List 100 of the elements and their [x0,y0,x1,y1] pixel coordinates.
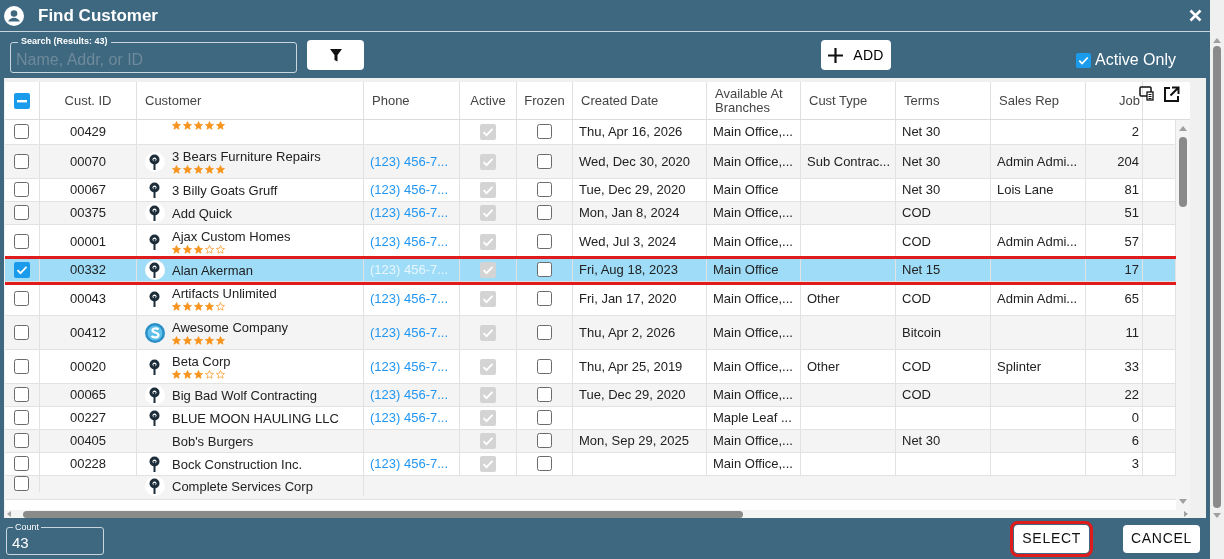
table-cell-text: Thu, Apr 16, 2026 [579,123,683,142]
table-cell-text: Lois Lane [997,181,1054,200]
columns-icon[interactable] [1139,86,1155,101]
row-checkbox[interactable] [14,387,30,403]
row-checkbox[interactable] [14,262,30,278]
table-cell-text: Wed, Dec 30, 2020 [579,152,691,171]
cancel-button[interactable]: CANCEL [1123,524,1200,553]
table-cell-text: Mon, Jan 8, 2024 [579,204,680,223]
row-checkbox[interactable] [14,124,30,140]
row-checkbox[interactable] [14,410,30,426]
active-only-checkbox[interactable]: Active Only [1076,48,1176,72]
table-cell-text: Main Office,... [713,289,793,308]
row-checkbox[interactable] [14,233,30,250]
table-cell-text: Bitcoin [902,323,942,342]
select-all-checkbox[interactable] [14,92,30,109]
table-cell-text: Splinter [997,357,1042,376]
table-cell-text: 00001 [69,232,107,251]
row-checkbox[interactable] [14,358,30,375]
table-cell-text: COD [902,289,931,308]
table-cell-text: Main Office [713,261,779,280]
table-cell-text: Admin Admi... [997,152,1078,171]
table-row[interactable]: 00332 Alan Akerman (123) 456-7... Fri, Aug 18, 2023 Main Office Net 15 17 [5,259,1176,282]
plus-icon [828,47,844,63]
column-header[interactable]: Job [1119,90,1140,111]
row-checkbox[interactable] [14,290,30,307]
table-row[interactable]: Complete Services Corp [5,476,1176,500]
table-cell-text: 51 [1124,204,1139,223]
table-cell-text: Thu, Apr 25, 2019 [579,357,683,376]
export-icon[interactable] [1163,86,1180,103]
filter-button[interactable] [307,40,364,70]
table-cell-text: Sub Contrac... [807,152,891,171]
table-cell-text: Net 15 [902,261,941,280]
table-row[interactable]: 00412 Awesome Company (123) 456-7... Thu, Apr 2, 2026 Main Office,... Bitcoin 11 [5,316,1176,350]
table-row[interactable]: 00067 3 Billy Goats Gruff (123) 456-7... Tue, Dec 29, 2020 Main Office Net 30 Lois Lane 81 [5,179,1176,202]
table-row[interactable]: 00001 Ajax Custom Homes (123) 456-7... Wed, Jul 3, 2024 Main Office,... COD Admin Admi... 57 [5,225,1176,259]
table-row[interactable]: 00070 3 Bears Furniture Repairs (123) 456-7... Wed, Dec 30, 2020 Main Office,... Sub Contrac... Net 30 Admin Admi... 204 [5,145,1176,179]
customer-name: 3 Bears Furniture Repairs [172,149,321,164]
table-cell-text: Main Office,... [713,204,793,223]
column-header[interactable]: Terms [904,90,940,111]
table-cell-text: Admin Admi... [997,232,1078,251]
table-cell-text: Main Office [713,181,779,200]
column-header[interactable]: Phone [372,90,410,111]
row-checkbox[interactable] [14,433,30,449]
table-row[interactable]: 00065 Big Bad Wolf Contracting (123) 456-7... Tue, Dec 29, 2020 Main Office,... COD 22 [5,384,1176,407]
column-header[interactable]: Sales Rep [999,90,1059,111]
table-cell-text: 81 [1124,181,1139,200]
row-checkbox[interactable] [14,476,30,492]
table-cell-text: Main Office,... [713,455,793,474]
column-header[interactable]: Cust. ID [64,90,112,111]
table-cell-text: 6 [1131,432,1139,451]
table-cell-text: Thu, Apr 2, 2026 [579,323,676,342]
table-cell-text: 00020 [69,357,107,376]
table-cell-text: 0 [1131,409,1139,428]
table-cell-text: COD [902,232,931,251]
table-cell-text: COD [902,357,931,376]
customer-name: Bob's Burgers [172,433,254,449]
table-cell-text: Maple Leaf ... [713,409,792,428]
customer-name: BLUE MOON HAULING LLC [172,410,339,426]
customer-name: Add Quick [172,205,232,221]
customer-name: 3 Billy Goats Gruff [172,182,278,198]
row-checkbox[interactable] [14,456,30,472]
column-header[interactable]: Active [470,90,506,111]
row-checkbox[interactable] [14,153,30,170]
add-button[interactable]: ADD [821,40,891,70]
table-cell-text: 00065 [69,386,107,405]
table-cell-text: 11 [1125,323,1139,342]
table-row[interactable]: 00020 Beta Corp (123) 456-7... Thu, Apr 25, 2019 Main Office,... Other COD Splinter 33 [5,350,1176,384]
scrollbar-thumb[interactable] [1179,137,1187,207]
table-cell-text: Main Office,... [713,357,793,376]
column-header[interactable]: Created Date [581,90,659,111]
table-cell-text: Main Office,... [713,432,793,451]
table-cell-text: Net 30 [902,152,941,171]
table-cell-text: Main Office,... [713,232,793,251]
table-row[interactable]: 00227 BLUE MOON HAULING LLC (123) 456-7... Maple Leaf ... 0 [5,407,1176,430]
customer-name: Alan Akerman [172,262,253,278]
column-header[interactable]: Cust Type [809,90,868,111]
table-cell-text: Net 30 [902,181,941,200]
row-checkbox[interactable] [14,205,30,221]
scrollbar-thumb[interactable] [1213,46,1221,508]
table-cell-text: COD [902,386,931,405]
table-cell-text: Fri, Aug 18, 2023 [579,261,678,280]
table-row[interactable]: 00375 Add Quick (123) 456-7... Mon, Jan 8, 2024 Main Office,... COD 51 [5,202,1176,225]
table-cell-text: 00043 [69,289,107,308]
table-row[interactable]: 00228 Bock Construction Inc. (123) 456-7... Main Office,... 3 [5,453,1176,476]
table-cell-text: 22 [1124,386,1139,405]
user-icon [4,5,24,26]
column-header[interactable]: Available At Branches [715,86,795,115]
row-checkbox[interactable] [14,182,30,198]
table-cell-text: 00228 [69,455,107,474]
table-cell-text: 57 [1124,232,1139,251]
table-cell-text: 00429 [69,123,107,142]
column-header[interactable]: Frozen [524,90,565,111]
scrollbar-thumb[interactable] [23,510,743,518]
table-row[interactable]: 00429 Thu, Apr 16, 2026 Main Office,... Net 30 2 [5,120,1176,145]
table-cell-text: 00405 [69,432,107,451]
table-row[interactable]: 00405 Bob's Burgers Mon, Sep 29, 2025 Main Office,... Net 30 6 [5,430,1176,453]
column-header[interactable]: Customer [145,90,202,111]
row-checkbox[interactable] [14,324,30,341]
table-cell-text: Other [807,357,840,376]
close-icon[interactable] [1189,9,1202,22]
